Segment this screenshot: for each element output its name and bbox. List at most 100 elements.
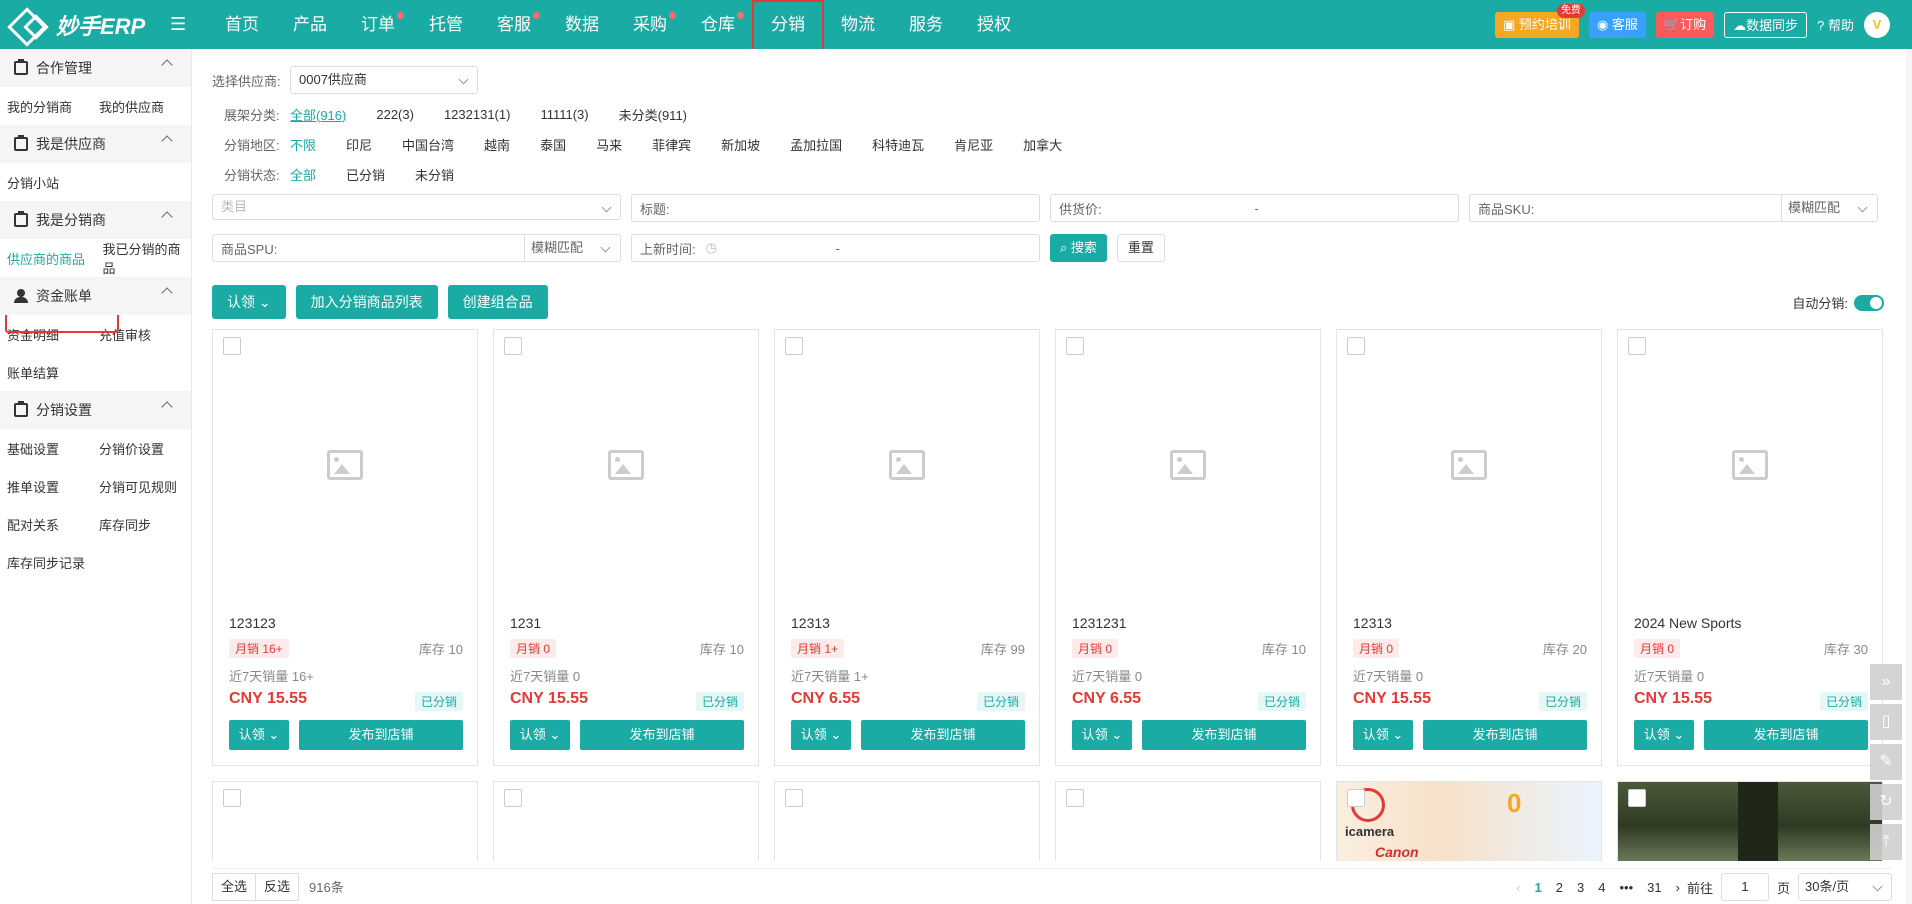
product-checkbox[interactable]: [504, 337, 522, 355]
nav-item-6[interactable]: 采购: [616, 0, 684, 49]
nav-item-4[interactable]: 客服: [480, 0, 548, 49]
invert-selection-button[interactable]: 反选: [256, 872, 300, 901]
sidebar-item[interactable]: 库存同步: [92, 515, 184, 534]
sidebar-item[interactable]: 分销小站: [0, 173, 180, 192]
customer-service-button[interactable]: ◉ 客服: [1588, 11, 1646, 38]
search-button[interactable]: ⌕ 搜索: [1050, 234, 1107, 262]
product-card[interactable]: [212, 781, 478, 861]
spu-field[interactable]: 商品SPU: 模糊匹配: [212, 234, 621, 262]
filter-option[interactable]: 222(3): [376, 107, 414, 122]
publish-button[interactable]: 发布到店铺: [861, 720, 1025, 750]
sku-field[interactable]: 商品SKU: 模糊匹配: [1469, 194, 1878, 222]
sidebar-item[interactable]: 分销可见规则: [92, 477, 184, 496]
sidebar-item[interactable]: 基础设置: [0, 439, 92, 458]
claim-button[interactable]: 认领 ⌄: [1353, 720, 1413, 750]
expand-icon[interactable]: »: [1870, 664, 1902, 700]
publish-button[interactable]: 发布到店铺: [580, 720, 744, 750]
mobile-icon[interactable]: ▯: [1870, 704, 1902, 740]
filter-option[interactable]: 全部: [290, 165, 316, 184]
nav-item-0[interactable]: 首页: [208, 0, 276, 49]
product-card[interactable]: 1231 月销 0 库存 10 近7天销量 0 CNY 15.55 已分销 认领 ⌄ 发布到店…: [493, 329, 759, 766]
claim-button[interactable]: 认领 ⌄: [791, 720, 851, 750]
publish-button[interactable]: 发布到店铺: [1142, 720, 1306, 750]
newtime-field[interactable]: 上新时间: ◷ -: [631, 234, 1040, 262]
sidebar-item[interactable]: 库存同步记录: [0, 553, 92, 572]
feedback-icon[interactable]: ✎: [1870, 744, 1902, 780]
sidebar-section-2[interactable]: 我是分销商: [0, 201, 191, 239]
claim-button[interactable]: 认领 ⌄: [1634, 720, 1694, 750]
nav-item-8[interactable]: 分销: [752, 0, 824, 52]
page-number[interactable]: 2: [1549, 880, 1570, 895]
sidebar-item[interactable]: 我的分销商: [0, 97, 92, 116]
page-size-select[interactable]: 30条/页: [1798, 873, 1892, 901]
filter-option[interactable]: 科特迪瓦: [872, 135, 924, 154]
filter-option[interactable]: 肯尼亚: [954, 135, 993, 154]
sidebar-section-0[interactable]: 合作管理: [0, 49, 191, 87]
filter-option[interactable]: 印尼: [346, 135, 372, 154]
product-checkbox[interactable]: [223, 337, 241, 355]
sidebar-item[interactable]: 配对关系: [0, 515, 92, 534]
category-select[interactable]: 类目: [212, 194, 621, 220]
sidebar-item[interactable]: 分销价设置: [92, 439, 184, 458]
claim-button[interactable]: 认领 ⌄: [229, 720, 289, 750]
product-checkbox[interactable]: [1628, 337, 1646, 355]
product-checkbox[interactable]: [504, 789, 522, 807]
add-to-list-button[interactable]: 加入分销商品列表: [295, 285, 438, 319]
title-field[interactable]: 标题:: [631, 194, 1040, 222]
product-card[interactable]: 12313 月销 1+ 库存 99 近7天销量 1+ CNY 6.55 已分销 认领 ⌄ 发布…: [774, 329, 1040, 766]
nav-item-3[interactable]: 托管: [412, 0, 480, 49]
product-image[interactable]: [775, 330, 1039, 600]
product-checkbox[interactable]: [1066, 789, 1084, 807]
sidebar-section-4[interactable]: 分销设置: [0, 391, 191, 429]
page-number[interactable]: 1: [1528, 880, 1549, 895]
publish-button[interactable]: 发布到店铺: [299, 720, 463, 750]
filter-option[interactable]: 全部(916): [290, 105, 346, 124]
nav-item-10[interactable]: 服务: [892, 0, 960, 49]
sidebar-section-1[interactable]: 我是供应商: [0, 125, 191, 163]
publish-button[interactable]: 发布到店铺: [1423, 720, 1587, 750]
filter-option[interactable]: 1232131(1): [444, 107, 511, 122]
product-checkbox[interactable]: [223, 789, 241, 807]
filter-option[interactable]: 泰国: [540, 135, 566, 154]
nav-item-5[interactable]: 数据: [548, 0, 616, 49]
vertical-scrollbar[interactable]: [1906, 49, 1912, 904]
product-checkbox[interactable]: [1347, 789, 1365, 807]
product-checkbox[interactable]: [785, 337, 803, 355]
refresh-icon[interactable]: ↻: [1870, 784, 1902, 820]
sidebar-item[interactable]: 我的供应商: [92, 97, 184, 116]
help-link[interactable]: ? 帮助: [1817, 15, 1854, 34]
price-range-field[interactable]: 供货价: -: [1050, 194, 1459, 222]
reset-button[interactable]: 重置: [1116, 234, 1165, 262]
sku-match-select[interactable]: 模糊匹配: [1788, 195, 1876, 221]
supplier-select[interactable]: 0007供应商: [290, 66, 478, 94]
product-card[interactable]: [493, 781, 759, 861]
sidebar-section-3[interactable]: 资金账单: [0, 277, 191, 315]
product-image[interactable]: [1618, 330, 1882, 600]
page-number[interactable]: 31: [1640, 880, 1668, 895]
logo[interactable]: 妙手ERP: [0, 9, 160, 41]
product-checkbox[interactable]: [1628, 789, 1646, 807]
product-card[interactable]: 1231231 月销 0 库存 10 近7天销量 0 CNY 6.55 已分销 认领 ⌄ 发布…: [1055, 329, 1321, 766]
nav-item-2[interactable]: 订单: [344, 0, 412, 49]
filter-option[interactable]: 11111(3): [540, 107, 588, 122]
order-button[interactable]: 🛒订购: [1655, 11, 1715, 38]
product-card[interactable]: 123123 月销 16+ 库存 10 近7天销量 16+ CNY 15.55 已分销 认领…: [212, 329, 478, 766]
filter-option[interactable]: 孟加拉国: [790, 135, 842, 154]
prev-page-icon[interactable]: ‹: [1509, 880, 1527, 895]
filter-option[interactable]: 菲律宾: [652, 135, 691, 154]
next-page-icon[interactable]: ›: [1669, 880, 1687, 895]
filter-option[interactable]: 已分销: [346, 165, 385, 184]
product-card[interactable]: [774, 781, 1040, 861]
sidebar-item[interactable]: 推单设置: [0, 477, 92, 496]
claim-dropdown-button[interactable]: 认领 ⌄: [212, 285, 286, 319]
filter-option[interactable]: 新加坡: [721, 135, 760, 154]
spu-match-select[interactable]: 模糊匹配: [531, 235, 619, 261]
product-card[interactable]: [1617, 781, 1883, 861]
filter-option[interactable]: 不限: [290, 135, 316, 154]
product-image[interactable]: [213, 330, 477, 600]
select-all-button[interactable]: 全选: [212, 872, 257, 901]
filter-option[interactable]: 未分销: [415, 165, 454, 184]
product-card[interactable]: icamera Canon 0: [1336, 781, 1602, 861]
menu-toggle-icon[interactable]: ☰: [170, 14, 190, 35]
publish-button[interactable]: 发布到店铺: [1704, 720, 1868, 750]
